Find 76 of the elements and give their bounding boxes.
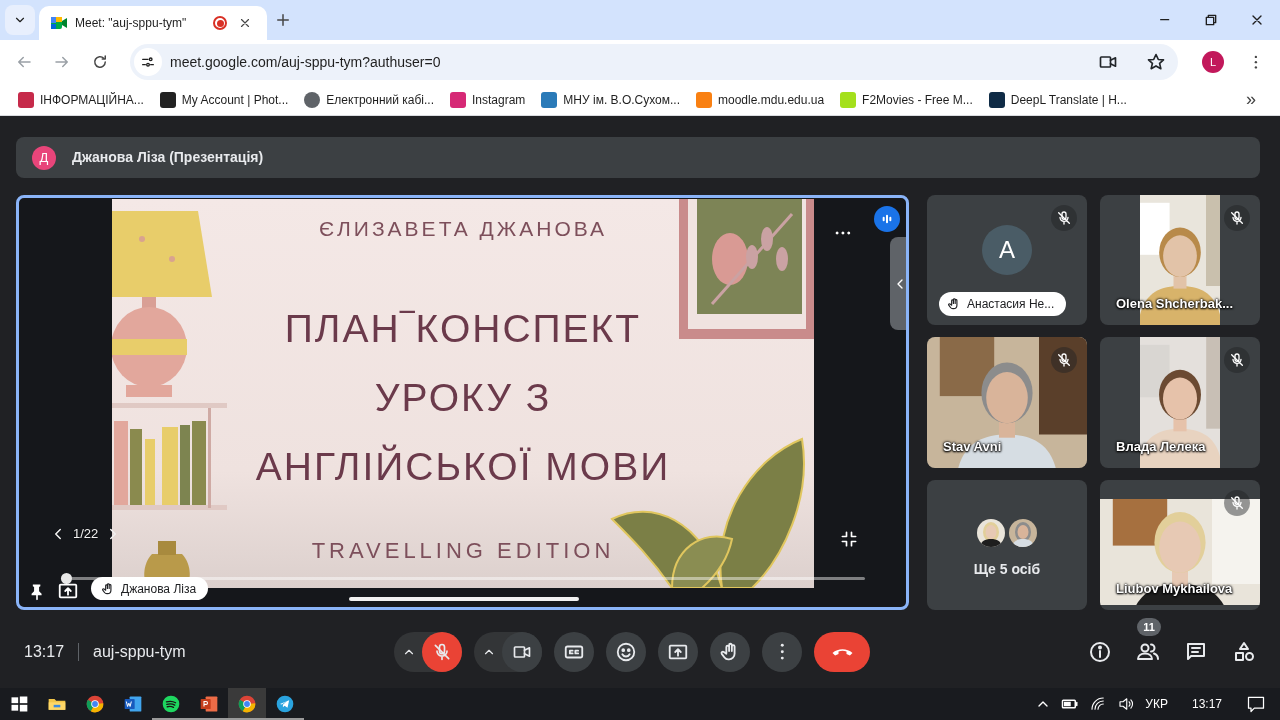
emoji-button[interactable] <box>606 632 646 672</box>
participant-name: Stav Avni <box>943 437 1002 456</box>
bookmark[interactable]: F2Movies - Free M... <box>832 85 981 114</box>
bookmark[interactable]: My Account | Phot... <box>151 85 297 114</box>
browser-tab[interactable]: Meet: "auj-sppu-tym" <box>39 6 267 40</box>
participant-count: 11 <box>1137 618 1161 636</box>
phone-icon <box>831 648 853 656</box>
clock[interactable]: 13:17 <box>1191 695 1222 713</box>
windows-icon <box>9 694 29 714</box>
hand-icon <box>947 297 961 311</box>
tab-title: Meet: "auj-sppu-tym" <box>75 15 188 32</box>
captions-button[interactable] <box>554 632 594 672</box>
more-participants-label[interactable]: Ще 5 осіб <box>973 558 1041 580</box>
leave-call-button[interactable] <box>814 632 870 672</box>
bookmark[interactable]: ІНФОРМАЦІЙНА... <box>10 85 152 114</box>
address-bar[interactable]: meet.google.com/auj-sppu-tym?authuser=0 <box>130 44 1178 80</box>
more-options-icon <box>779 643 785 661</box>
progress-thumb[interactable] <box>61 573 72 584</box>
mic-off-icon <box>1056 352 1072 368</box>
video-call-icon <box>51 16 67 30</box>
menu-icon <box>1254 54 1258 70</box>
presenter-name: Джанова Ліза <box>121 580 197 598</box>
slide-title-line: АНГЛІЙСЬКОЇ МОВИ <box>255 446 671 486</box>
mic-off-icon <box>432 642 452 662</box>
more-options-icon[interactable] <box>835 230 851 235</box>
spotify-icon <box>161 694 181 714</box>
bookmark-star-icon[interactable] <box>1146 52 1166 72</box>
chrome-icon <box>237 694 257 714</box>
taskbar-app-button[interactable] <box>228 688 266 720</box>
chrome-icon <box>85 694 105 714</box>
site-info-button[interactable] <box>134 48 162 76</box>
word-icon <box>123 694 143 714</box>
slide-title-line: ПЛАН‾КОНСПЕКТ <box>284 308 642 348</box>
info-icon <box>1088 640 1112 664</box>
profile-avatar[interactable]: L <box>1202 51 1224 73</box>
slide-page-counter: 1/22 <box>73 525 99 543</box>
speaker-icon[interactable] <box>1117 695 1136 713</box>
slide-title-line: УРОКУ З <box>374 377 552 417</box>
bookmark[interactable]: DeepL Translate | H... <box>980 85 1135 114</box>
minimize-icon <box>1160 19 1170 21</box>
bookmark[interactable]: moodle.mdu.edu.ua <box>688 85 833 114</box>
close-icon <box>238 16 252 30</box>
notification-icon[interactable] <box>1246 694 1266 714</box>
participant-name: Анастасия Не... <box>967 296 1055 313</box>
telegram-icon <box>275 694 295 714</box>
mic-off-icon <box>1229 495 1245 511</box>
activities-icon <box>1232 640 1256 664</box>
raise-hand-button[interactable] <box>710 632 750 672</box>
restore-icon <box>1203 12 1219 28</box>
info-button[interactable] <box>1088 640 1112 664</box>
hand-icon <box>101 581 115 596</box>
participant-avatar: A <box>982 225 1032 275</box>
mic-off-icon <box>1229 210 1245 226</box>
microphone-button[interactable] <box>422 632 462 672</box>
slide-subtitle: TRAVELLING EDITION <box>311 536 615 565</box>
bookmark[interactable]: Електронний кабі... <box>296 85 442 114</box>
camera-button[interactable] <box>502 632 542 672</box>
emoji-icon <box>615 641 637 663</box>
more-bookmarks-button[interactable]: » <box>1232 86 1270 113</box>
activities-button[interactable] <box>1232 640 1256 664</box>
present-screen-button[interactable] <box>658 632 698 672</box>
reload-icon <box>91 53 109 71</box>
bookmark[interactable]: МНУ ім. В.О.Сухом... <box>533 85 688 114</box>
avatar: Д <box>32 145 56 170</box>
mic-off-icon <box>1056 210 1072 226</box>
url-text: meet.google.com/auj-sppu-tym?authuser=0 <box>170 52 442 72</box>
powerpoint-icon <box>199 694 219 714</box>
presenter-title: Джанова Ліза (Презентація) <box>72 148 264 167</box>
mic-off-icon <box>1229 352 1245 368</box>
meeting-time: 13:17 <box>24 642 65 662</box>
bookmark[interactable]: Instagram <box>442 85 534 114</box>
plus-icon <box>274 11 292 29</box>
input-language[interactable]: УКР <box>1145 695 1168 713</box>
slide-author: ЄЛИЗАВЕТА ДЖАНОВА <box>318 216 608 242</box>
scrollbar[interactable] <box>349 597 579 601</box>
meeting-code: auj-sppu-tym <box>93 642 186 662</box>
